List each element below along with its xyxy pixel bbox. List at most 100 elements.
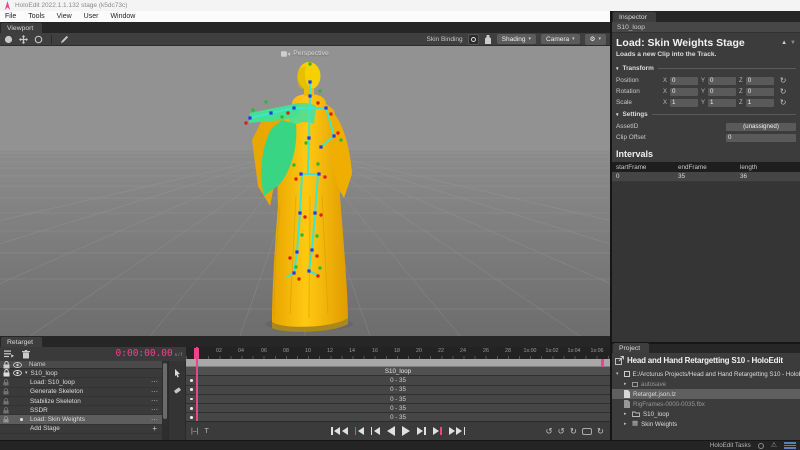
stage-row-stabilize-skeleton[interactable]: Stabilize Skeleton ⋯ — [0, 397, 162, 407]
play-once-mode-icon[interactable]: ↻ — [570, 426, 577, 437]
play-reverse-button[interactable] — [386, 426, 395, 436]
col-length[interactable]: length — [736, 164, 798, 171]
timecode-units[interactable]: s / f — [175, 352, 182, 357]
inspector-context[interactable]: S10_loop — [612, 22, 800, 33]
lock-icon[interactable] — [3, 416, 9, 423]
eye-icon[interactable] — [13, 370, 22, 377]
add-stage-row[interactable]: Add Stage + — [0, 424, 162, 435]
reset-rotation-icon[interactable]: ↻ — [780, 87, 787, 96]
trash-icon[interactable] — [22, 349, 30, 359]
viewport-settings-dropdown[interactable]: ⚙ ▾ — [584, 33, 606, 45]
move-stage-up-button[interactable]: ▲ — [781, 40, 787, 46]
group-track-bar[interactable] — [186, 359, 610, 367]
reset-position-icon[interactable]: ↻ — [780, 76, 787, 85]
lock-icon[interactable] — [3, 406, 9, 414]
skip-end-button[interactable] — [448, 427, 465, 435]
pen-icon[interactable] — [60, 35, 69, 44]
tree-item-skin-weights[interactable]: ▸ ▦ Skin Weights — [612, 419, 800, 429]
clip-offset-field[interactable]: 0 — [726, 133, 796, 142]
loop-mode-icon[interactable]: ↺ — [546, 426, 553, 437]
rotation-y-field[interactable]: 0 — [708, 87, 737, 96]
lock-icon[interactable] — [3, 369, 10, 377]
rotation-x-field[interactable]: 0 — [670, 87, 699, 96]
scale-x-field[interactable]: 1 — [670, 98, 699, 107]
rotation-z-field[interactable]: 0 — [745, 87, 774, 96]
stage-row-load-s10-loop[interactable]: Load: S10_loop ⋯ — [0, 378, 162, 388]
expand-icon[interactable]: ▸ — [624, 381, 629, 387]
stage-row-load-skin-weights[interactable]: Load: Skin Weights ⋯ — [0, 415, 162, 425]
range-track-row[interactable]: 0 - 35 — [186, 394, 610, 405]
task-queue-icon[interactable] — [784, 442, 796, 450]
keyframe-dot[interactable] — [190, 407, 193, 410]
col-endframe[interactable]: endFrame — [674, 164, 736, 171]
menu-user[interactable]: User — [84, 13, 99, 20]
range-track-row[interactable]: 0 - 35 — [186, 404, 610, 414]
keyframe-dot[interactable] — [190, 388, 193, 391]
stage-options-button[interactable]: ⋯ — [151, 378, 158, 386]
next-frame-button[interactable] — [432, 427, 442, 435]
stage-options-button[interactable]: ⋯ — [151, 406, 158, 414]
tab-inspector[interactable]: Inspector — [613, 12, 656, 22]
add-stage-plus-button[interactable]: + — [152, 424, 157, 433]
keyframe-dot[interactable] — [190, 379, 193, 382]
scale-y-field[interactable]: 1 — [708, 98, 737, 107]
lock-icon[interactable] — [3, 397, 9, 405]
comment-icon[interactable] — [581, 427, 592, 435]
move-icon[interactable] — [19, 34, 28, 44]
orbit-icon[interactable] — [4, 35, 13, 44]
range-track-row[interactable]: 0 - 35 — [186, 413, 610, 421]
move-stage-down-button[interactable]: ▼ — [790, 40, 796, 46]
menu-tools[interactable]: Tools — [28, 13, 44, 20]
tab-viewport[interactable]: Viewport — [1, 23, 43, 33]
keyframe-dot[interactable] — [190, 397, 193, 401]
range-track-row[interactable]: 0 - 35 — [186, 385, 610, 395]
lock-icon[interactable] — [3, 379, 9, 386]
keyframe-dot[interactable] — [190, 416, 193, 419]
col-startframe[interactable]: startFrame — [612, 164, 674, 171]
add-track-icon[interactable] — [4, 350, 14, 358]
tree-item-autosave[interactable]: ▸ autosave — [612, 379, 800, 389]
stage-options-button[interactable]: ⋯ — [151, 388, 158, 396]
scrollbar-thumb[interactable] — [163, 363, 167, 419]
shading-dropdown[interactable]: Shading ▾ — [496, 34, 537, 44]
track-area[interactable]: S10_loop 0 - 35 0 - 35 0 - 35 0 - 35 0 -… — [186, 359, 610, 421]
timeline-ruler[interactable]: 02 04 06 08 10 12 14 16 18 20 22 24 26 2… — [186, 347, 610, 359]
prev-keyframe-button[interactable] — [370, 427, 380, 435]
skip-start-button[interactable] — [331, 427, 348, 435]
viewport-canvas[interactable]: Perspective — [0, 46, 610, 336]
scale-z-field[interactable]: 1 — [745, 98, 774, 107]
camera-dropdown[interactable]: Camera ▾ — [541, 34, 580, 44]
track-group-row[interactable]: ▾ S10_loop — [0, 369, 162, 379]
collapse-icon[interactable]: ▾ — [616, 371, 621, 377]
reset-scale-icon[interactable]: ↻ — [780, 98, 787, 107]
timecode-display[interactable]: 0:00:00.00 s / f — [116, 348, 182, 359]
name-column-header[interactable]: Name — [29, 361, 46, 368]
lock-icon[interactable] — [3, 388, 9, 395]
next-keyframe-button[interactable] — [416, 427, 426, 435]
tasks-label[interactable]: HoloEdit Tasks — [710, 442, 751, 449]
ink-bottle-icon[interactable] — [484, 34, 492, 44]
tree-item-retarget-file[interactable]: Retarget.json.lz — [612, 389, 800, 399]
warning-icon[interactable]: ⚠ — [771, 442, 777, 449]
clip-track-row[interactable]: S10_loop — [186, 367, 610, 377]
play-button[interactable] — [401, 426, 410, 436]
lock-icon[interactable] — [3, 360, 10, 369]
expand-icon[interactable]: ▸ — [624, 411, 629, 417]
menu-view[interactable]: View — [57, 13, 72, 20]
rotate-icon[interactable] — [34, 35, 43, 44]
asset-id-field[interactable]: (unassigned) — [726, 122, 796, 131]
repeat-icon[interactable]: ↻ — [597, 426, 604, 437]
tree-item-s10-loop[interactable]: ▸ S10_loop — [612, 409, 800, 419]
razor-tool-icon[interactable] — [173, 386, 182, 395]
tree-item-rigframes-file[interactable]: RigFrames-0000-0035.fbx — [612, 399, 800, 409]
weight-dot-button[interactable] — [467, 33, 479, 45]
playhead-handle[interactable] — [194, 348, 199, 359]
cursor-tool-icon[interactable] — [174, 369, 181, 379]
expand-icon[interactable]: ▸ — [624, 421, 629, 427]
interval-row[interactable]: 0 35 36 — [612, 172, 800, 182]
stage-options-button[interactable]: ⋯ — [151, 397, 158, 405]
menu-file[interactable]: File — [5, 13, 16, 20]
stage-row-ssdr[interactable]: SSDR ⋯ — [0, 406, 162, 416]
position-x-field[interactable]: 0 — [670, 76, 699, 85]
position-y-field[interactable]: 0 — [708, 76, 737, 85]
